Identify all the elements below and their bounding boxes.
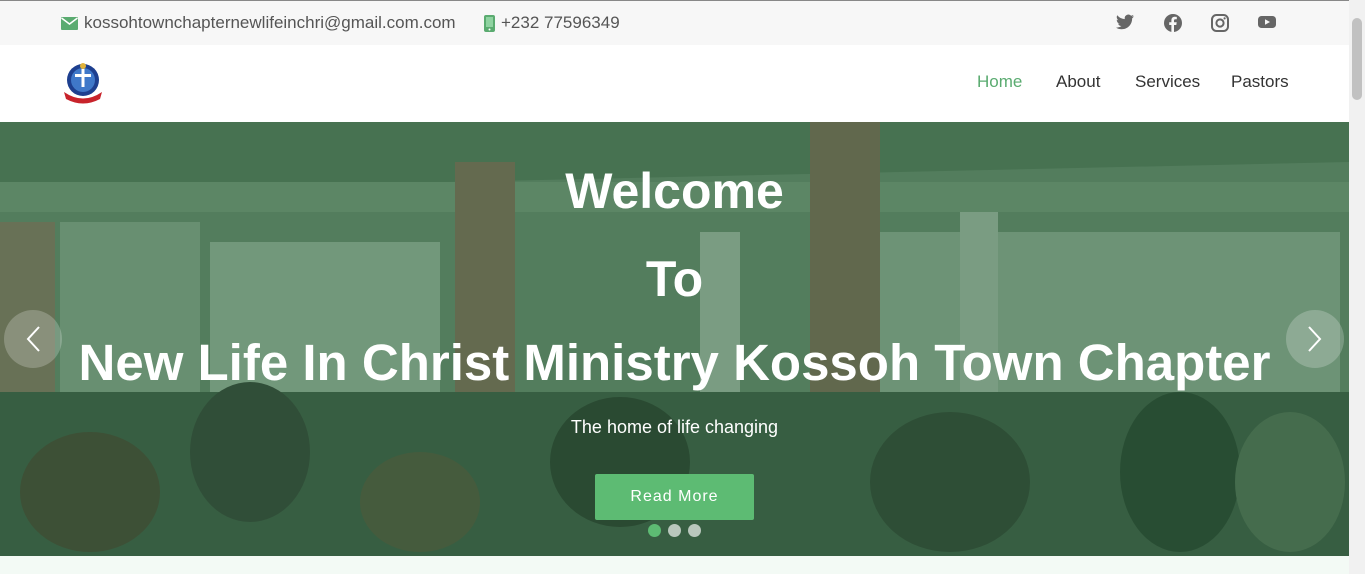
twitter-link[interactable] — [1116, 14, 1134, 35]
carousel-dot-2[interactable] — [668, 524, 681, 537]
envelope-icon — [61, 16, 78, 30]
church-logo[interactable] — [60, 61, 106, 107]
carousel-dot-3[interactable] — [688, 524, 701, 537]
instagram-link[interactable] — [1211, 14, 1229, 37]
youtube-icon — [1258, 16, 1276, 28]
hero-title-welcome: Welcome — [565, 163, 784, 219]
main-navbar: Home About Services Pastors — [0, 45, 1349, 122]
page-scrollbar[interactable] — [1349, 0, 1365, 574]
chevron-left-icon — [26, 326, 40, 352]
next-section-edge — [0, 556, 1349, 574]
church-crest-logo — [64, 63, 102, 104]
hero-title-ministry: New Life In Christ Ministry Kossoh Town … — [78, 334, 1271, 391]
scrollbar-thumb[interactable] — [1352, 18, 1362, 100]
hero-subtitle: The home of life changing — [570, 417, 779, 437]
chevron-right-icon — [1308, 326, 1322, 352]
facebook-icon — [1164, 14, 1182, 32]
carousel-dot-1[interactable] — [648, 524, 661, 537]
hero-carousel: Welcome To New Life In Christ Ministry K… — [0, 122, 1349, 556]
phone-text: +232 77596349 — [501, 13, 620, 32]
phone-contact[interactable]: +232 77596349 — [484, 13, 620, 33]
hero-title-to: To — [645, 251, 704, 307]
twitter-icon — [1116, 14, 1134, 30]
instagram-icon — [1211, 14, 1229, 32]
nav-pastors[interactable]: Pastors — [1231, 72, 1289, 92]
nav-services[interactable]: Services — [1135, 72, 1200, 92]
phone-icon — [484, 14, 495, 32]
email-contact[interactable]: kossohtownchapternewlifeinchri@gmail.com… — [61, 13, 456, 33]
top-bar: kossohtownchapternewlifeinchri@gmail.com… — [0, 0, 1349, 45]
carousel-indicators — [648, 524, 701, 537]
youtube-link[interactable] — [1258, 15, 1276, 34]
carousel-next-button[interactable] — [1286, 310, 1344, 368]
read-more-button[interactable]: Read More — [595, 474, 754, 520]
nav-about[interactable]: About — [1056, 72, 1100, 92]
facebook-link[interactable] — [1164, 14, 1182, 37]
carousel-prev-button[interactable] — [4, 310, 62, 368]
nav-home[interactable]: Home — [977, 72, 1022, 92]
email-text: kossohtownchapternewlifeinchri@gmail.com… — [84, 13, 456, 32]
